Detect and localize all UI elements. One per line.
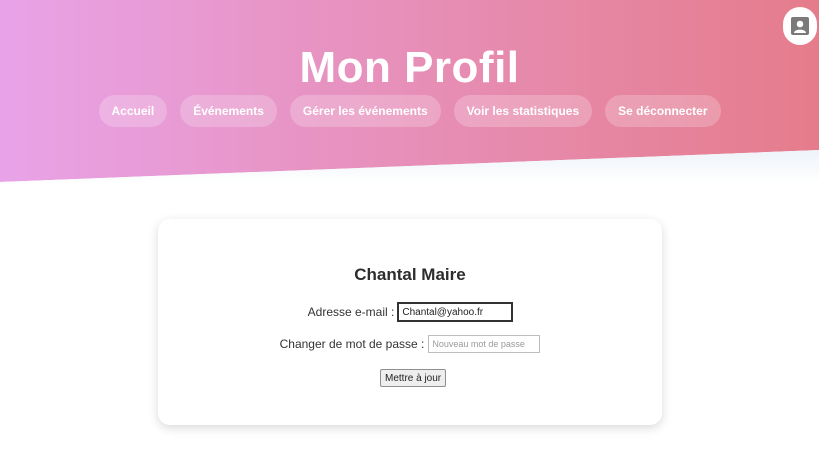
password-row: Changer de mot de passe :	[158, 335, 662, 353]
profile-name: Chantal Maire	[354, 265, 466, 284]
page-title: Mon Profil	[299, 43, 520, 92]
profile-card: Chantal Maire Adresse e-mail : Changer d…	[158, 219, 662, 425]
email-label: Adresse e-mail :	[307, 305, 395, 319]
new-password-field[interactable]	[428, 335, 541, 353]
nav-item-accueil[interactable]: Accueil	[98, 95, 168, 127]
nav-item-gerer-evenements[interactable]: Gérer les événements	[289, 95, 441, 127]
nav-item-statistiques[interactable]: Voir les statistiques	[453, 95, 593, 127]
email-field[interactable]	[397, 302, 514, 322]
email-row: Adresse e-mail :	[158, 302, 662, 322]
update-button[interactable]: Mettre à jour	[380, 369, 447, 387]
user-icon	[791, 17, 809, 35]
nav-item-deconnecter[interactable]: Se déconnecter	[605, 95, 721, 127]
main-nav: Accueil Événements Gérer les événements …	[0, 95, 819, 127]
avatar-button[interactable]	[783, 7, 817, 45]
nav-item-evenements[interactable]: Événements	[180, 95, 277, 127]
password-label: Changer de mot de passe :	[279, 337, 425, 351]
profile-page: Mon Profil Accueil Événements Gérer les …	[0, 0, 819, 460]
